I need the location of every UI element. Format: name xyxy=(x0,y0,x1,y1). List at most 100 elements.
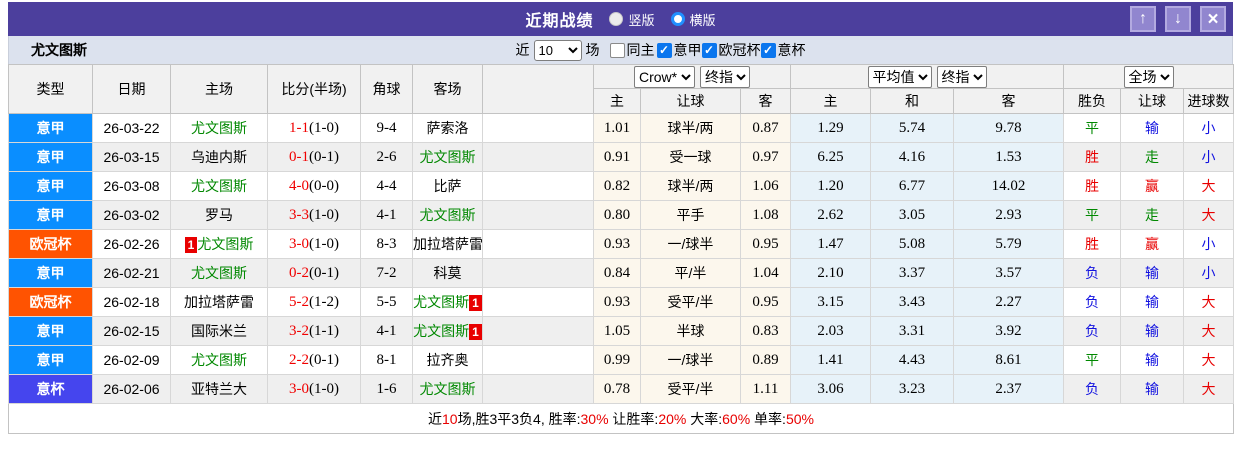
league-badge: 意杯 xyxy=(8,374,93,404)
fulltime-score: 4-0 xyxy=(289,177,309,194)
match-row: 意甲 26-02-15 国际米兰 3-2(1-1) 4-1 尤文图斯 1 1.05 半球 0.83… xyxy=(8,316,1234,346)
result-wdl: 负 xyxy=(1063,287,1121,317)
odds-away: 1.06 xyxy=(740,171,791,201)
avg-draw: 3.37 xyxy=(870,258,954,288)
spacer-cell xyxy=(482,229,594,259)
checkbox-unchecked-icon[interactable] xyxy=(609,42,625,58)
summary-segment: 大率: xyxy=(686,410,723,427)
avg-home: 3.15 xyxy=(790,287,871,317)
spacer-cell xyxy=(482,200,594,230)
away-team: 科莫 xyxy=(412,258,483,288)
radio-vertical-layout[interactable]: 竖版 xyxy=(609,10,655,29)
recent-count-select[interactable]: 10 xyxy=(533,39,582,61)
result-handicap: 输 xyxy=(1120,345,1184,375)
avg-home: 3.06 xyxy=(790,374,871,404)
corner-score: 4-1 xyxy=(360,316,413,346)
summary-segment: 50% xyxy=(785,410,814,427)
halftime-score: (1-1) xyxy=(309,322,339,339)
move-down-button[interactable]: ↓ xyxy=(1165,6,1191,32)
team-label: 加拉塔萨雷 xyxy=(184,294,254,310)
scope-select[interactable]: 全场 xyxy=(1123,65,1174,88)
summary-segment: 30% xyxy=(580,410,609,427)
filter-label: 意杯 xyxy=(777,42,806,58)
odds-away: 0.87 xyxy=(740,113,791,143)
filter-checked[interactable]: ✓ 意杯 xyxy=(760,40,806,60)
league-badge: 欧冠杯 xyxy=(8,229,93,259)
odds-away: 0.97 xyxy=(740,142,791,172)
close-button[interactable]: × xyxy=(1200,6,1226,32)
avg-draw: 4.16 xyxy=(870,142,954,172)
avg-home: 1.20 xyxy=(790,171,871,201)
avg-source-select[interactable]: 平均值 xyxy=(867,65,932,88)
odds-away: 1.04 xyxy=(740,258,791,288)
result-goals: 大 xyxy=(1183,345,1234,375)
corner-score: 4-1 xyxy=(360,200,413,230)
halftime-score: (1-0) xyxy=(309,119,339,136)
league-badge: 意甲 xyxy=(8,171,93,201)
result-handicap: 输 xyxy=(1120,374,1184,404)
summary-segment: 20% xyxy=(658,410,687,427)
odds-ref-select[interactable]: 终指 xyxy=(700,65,750,88)
team-label: 尤文图斯 xyxy=(419,207,476,223)
rank-badge: 1 xyxy=(469,324,482,340)
checkbox-checked-icon[interactable]: ✓ xyxy=(656,42,672,58)
fulltime-score: 0-2 xyxy=(289,264,309,281)
avg-away: 9.78 xyxy=(953,113,1064,143)
col-subheader: 客 xyxy=(953,88,1064,114)
corner-score: 4-4 xyxy=(360,171,413,201)
result-wdl: 平 xyxy=(1063,200,1121,230)
match-date: 26-02-18 xyxy=(92,287,171,317)
fulltime-score: 5-2 xyxy=(289,293,309,310)
away-team: 尤文图斯 1 xyxy=(412,287,483,317)
summary-row: 近10场,胜3平3负4, 胜率:30% 让胜率:20% 大率:60% 单率:50… xyxy=(8,403,1234,434)
spacer-cell xyxy=(482,258,594,288)
away-team: 尤文图斯 1 xyxy=(412,316,483,346)
away-team: 尤文图斯 xyxy=(412,374,483,404)
team-label: 尤文图斯 xyxy=(191,352,247,368)
radio-horizontal-layout[interactable]: 横版 xyxy=(670,10,716,29)
avg-home: 2.03 xyxy=(790,316,871,346)
match-score: 3-0(1-0) xyxy=(267,229,361,259)
radio-icon[interactable] xyxy=(609,12,624,26)
spacer-cell xyxy=(482,142,594,172)
checkbox-checked-icon[interactable]: ✓ xyxy=(760,42,776,58)
result-goals: 小 xyxy=(1183,113,1234,143)
avg-draw: 5.74 xyxy=(870,113,954,143)
odds-home: 0.80 xyxy=(593,200,641,230)
radio-selected-icon[interactable] xyxy=(670,12,685,26)
filter-unchecked[interactable]: 同主 xyxy=(609,40,655,60)
col-subheader: 让球 xyxy=(640,88,741,114)
home-team: 尤文图斯 xyxy=(170,113,268,143)
avg-ref-select[interactable]: 终指 xyxy=(936,65,987,88)
result-handicap: 输 xyxy=(1120,287,1184,317)
summary-segment: 让胜率: xyxy=(608,410,659,427)
checkbox-checked-icon[interactable]: ✓ xyxy=(701,42,717,58)
result-wdl: 负 xyxy=(1063,316,1121,346)
scope-group-header: 全场 xyxy=(1063,64,1234,89)
avg-away: 2.37 xyxy=(953,374,1064,404)
result-goals: 小 xyxy=(1183,229,1234,259)
match-score: 2-2(0-1) xyxy=(267,345,361,375)
odds-source-select[interactable]: Crow* xyxy=(634,65,695,88)
move-up-button[interactable]: ↑ xyxy=(1130,6,1156,32)
avg-away: 3.92 xyxy=(953,316,1064,346)
avg-away: 5.79 xyxy=(953,229,1064,259)
odds-home: 0.82 xyxy=(593,171,641,201)
avg-away: 2.93 xyxy=(953,200,1064,230)
match-row: 意甲 26-02-21 尤文图斯 0-2(0-1) 7-2 科莫 0.84 平/半 1.04 2.… xyxy=(8,258,1234,288)
match-date: 26-02-06 xyxy=(92,374,171,404)
summary-text: 近10场,胜3平3负4, 胜率:30% 让胜率:20% 大率:60% 单率:50… xyxy=(8,403,1234,434)
filter-checked[interactable]: ✓ 欧冠杯 xyxy=(701,40,761,60)
odds-handicap: 球半/两 xyxy=(640,171,741,201)
rank-badge: 1 xyxy=(469,295,482,311)
col-header-home: 主场 xyxy=(170,64,268,114)
halftime-score: (1-0) xyxy=(309,206,339,223)
filter-checked[interactable]: ✓ 意甲 xyxy=(656,40,702,60)
avg-home: 1.47 xyxy=(790,229,871,259)
avg-draw: 3.05 xyxy=(870,200,954,230)
match-date: 26-03-22 xyxy=(92,113,171,143)
halftime-score: (1-2) xyxy=(309,293,339,310)
away-team: 比萨 xyxy=(412,171,483,201)
fulltime-score: 3-2 xyxy=(289,322,309,339)
spacer-cell xyxy=(482,171,594,201)
